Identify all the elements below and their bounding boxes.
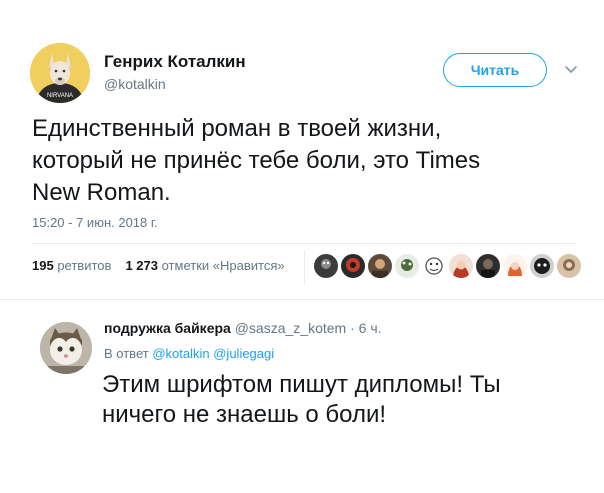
dog-avatar-icon: NIRVANA (30, 43, 90, 103)
author-handle[interactable]: @kotalkin (104, 76, 166, 92)
reply-separator: · (350, 320, 355, 336)
liker-avatar[interactable] (368, 254, 392, 278)
liker-avatar[interactable] (422, 254, 446, 278)
tweet-text: Единственный роман в твоей жизни, которы… (32, 115, 481, 206)
reply-author-avatar[interactable] (40, 322, 92, 374)
follow-button[interactable]: Читать (443, 53, 547, 87)
reply-time[interactable]: 6 ч. (359, 320, 382, 336)
liker-avatar[interactable] (314, 254, 338, 278)
liker-avatar[interactable] (395, 254, 419, 278)
main-tweet: NIRVANA Генрих Коталкин @kotalkin Читать… (0, 0, 604, 300)
likes-label: отметки «Нравится» (161, 258, 285, 273)
author-avatar[interactable]: NIRVANA (30, 43, 90, 103)
likers-avatars (314, 254, 581, 278)
liker-avatar[interactable] (341, 254, 365, 278)
tweet-timestamp[interactable]: 15:20 - 7 июн. 2018 г. (32, 215, 158, 230)
author-name[interactable]: Генрих Коталкин (104, 52, 246, 72)
reply-author-name[interactable]: подружка байкера (104, 320, 231, 336)
reply-text: Этим шрифтом пишут дипломы! Ты ничего не… (102, 371, 501, 428)
divider (32, 243, 576, 244)
mention-link[interactable]: @juliegagi (213, 346, 274, 361)
reply-author-handle[interactable]: @sasza_z_kotem (235, 320, 346, 336)
liker-avatar[interactable] (476, 254, 500, 278)
liker-avatar[interactable] (503, 254, 527, 278)
retweets-label: ретвитов (57, 258, 112, 273)
mention-link[interactable]: @kotalkin (152, 346, 209, 361)
likes-stat[interactable]: 1 273 отметки «Нравится» (125, 258, 284, 273)
retweets-stat[interactable]: 195 ретвитов (32, 258, 111, 273)
cat-avatar-icon (40, 322, 92, 374)
reply-header: подружка байкера @sasza_z_kotem · 6 ч. (104, 320, 382, 336)
reply-tweet: подружка байкера @sasza_z_kotem · 6 ч. В… (0, 300, 604, 493)
liker-avatar[interactable] (557, 254, 581, 278)
reply-to-label: В ответ (104, 346, 149, 361)
likes-count: 1 273 (125, 258, 158, 273)
divider (304, 250, 305, 284)
tweet-stats: 195 ретвитов 1 273 отметки «Нравится» (32, 258, 285, 273)
reply-to-line: В ответ @kotalkin @juliegagi (104, 346, 274, 361)
liker-avatar[interactable] (530, 254, 554, 278)
svg-text:NIRVANA: NIRVANA (47, 93, 73, 99)
liker-avatar[interactable] (449, 254, 473, 278)
retweets-count: 195 (32, 258, 54, 273)
chevron-down-icon[interactable] (561, 62, 581, 78)
